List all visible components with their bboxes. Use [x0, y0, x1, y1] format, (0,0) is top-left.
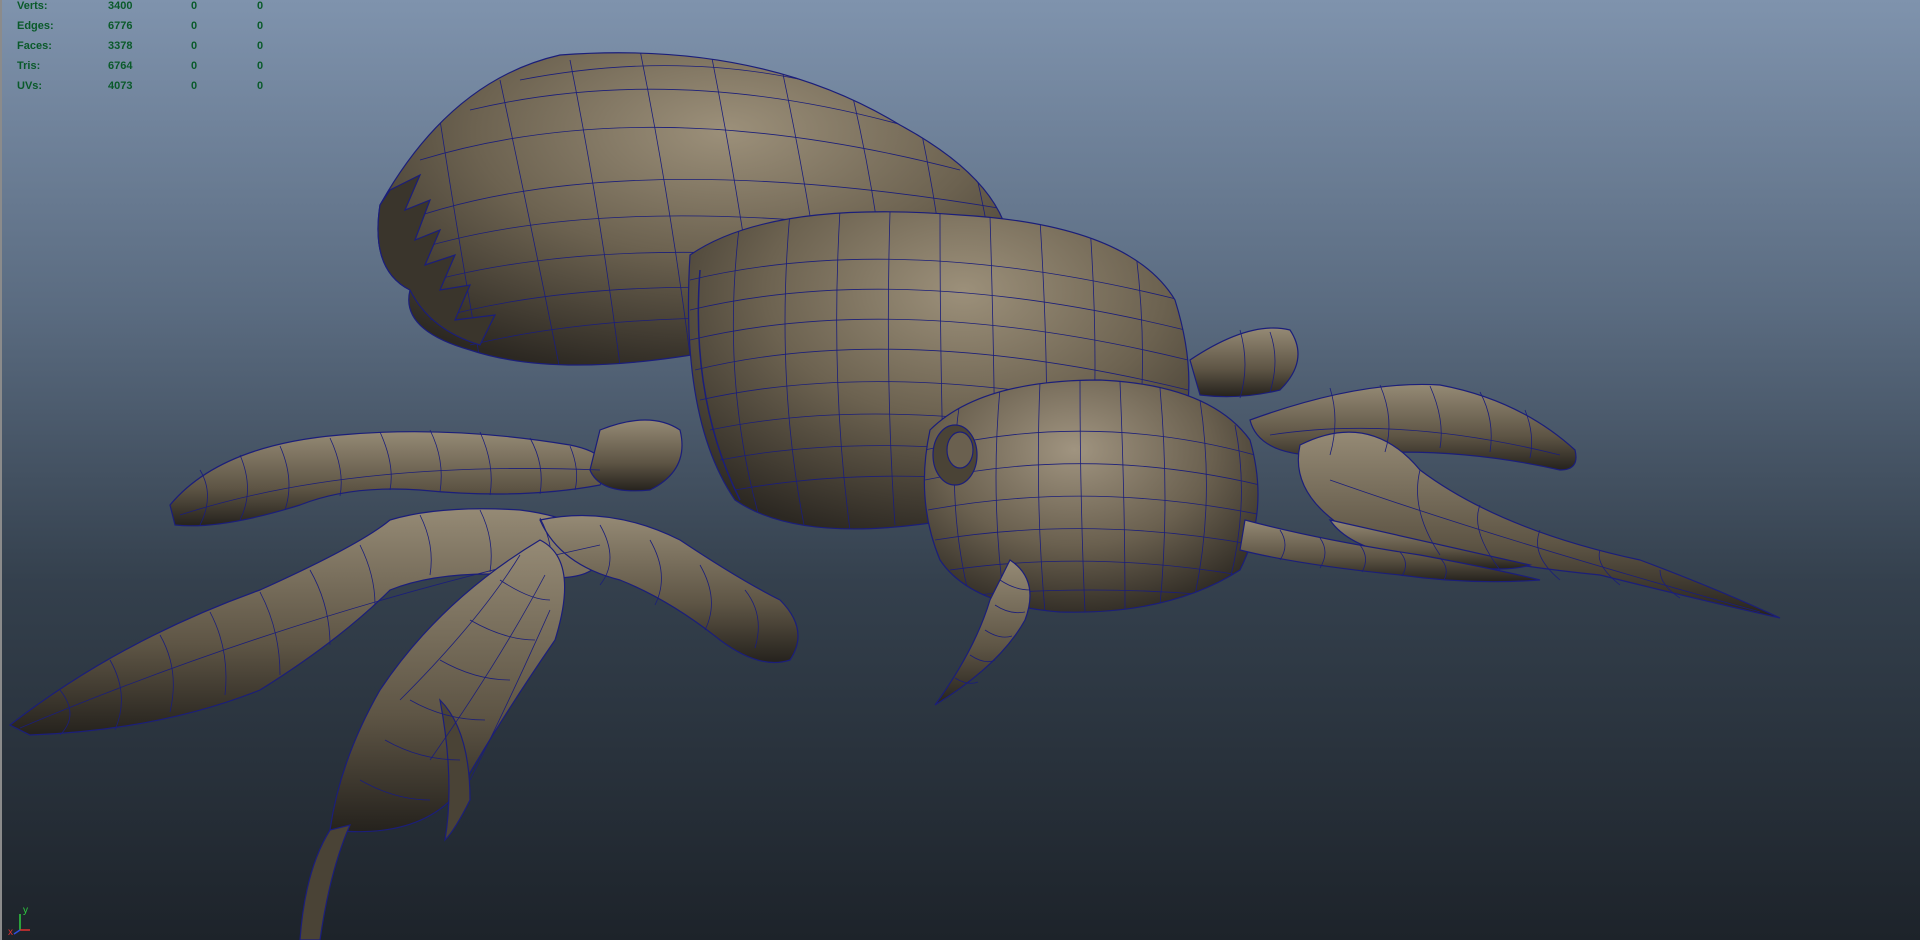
- hud-label: Tris:: [17, 60, 41, 72]
- hud-value: 0: [257, 80, 264, 92]
- hud-value: 3378: [108, 40, 133, 52]
- beetle-mesh-model[interactable]: [0, 0, 1920, 940]
- hud-label: Edges:: [17, 20, 54, 32]
- hud-label: Faces:: [17, 40, 52, 52]
- axis-x-label: x: [8, 927, 13, 936]
- hud-label: UVs:: [17, 80, 43, 92]
- 3d-viewport[interactable]: Verts: 3400 0 0 Edges: 6776 0 0 Faces: 3…: [0, 0, 1920, 940]
- hud-row-uvs: UVs: 4073 0 0: [0, 80, 270, 100]
- hud-value: 0: [191, 80, 198, 92]
- hud-value: 6764: [108, 60, 133, 72]
- poly-count-hud: Verts: 3400 0 0 Edges: 6776 0 0 Faces: 3…: [0, 0, 270, 96]
- hud-row-edges: Edges: 6776 0 0: [0, 20, 270, 40]
- hud-value: 6776: [108, 20, 133, 32]
- view-axis-gizmo-icon: y x: [8, 905, 30, 936]
- hud-value: 4073: [108, 80, 133, 92]
- hud-value: 0: [257, 60, 264, 72]
- z-axis-line: [13, 929, 21, 935]
- hud-value: 0: [191, 20, 198, 32]
- hud-row-faces: Faces: 3378 0 0: [0, 40, 270, 60]
- hud-row-tris: Tris: 6764 0 0: [0, 60, 270, 80]
- hud-value: 0: [257, 20, 264, 32]
- hud-row-verts: Verts: 3400 0 0: [0, 0, 270, 20]
- hud-value: 0: [257, 40, 264, 52]
- hud-value: 0: [257, 0, 264, 12]
- hud-value: 0: [191, 0, 198, 12]
- hud-value: 0: [191, 40, 198, 52]
- axis-y-label: y: [23, 905, 28, 916]
- leg-middle-left: [169, 419, 683, 527]
- hud-value: 0: [191, 60, 198, 72]
- hud-label: Verts:: [17, 0, 48, 12]
- hud-value: 3400: [108, 0, 133, 12]
